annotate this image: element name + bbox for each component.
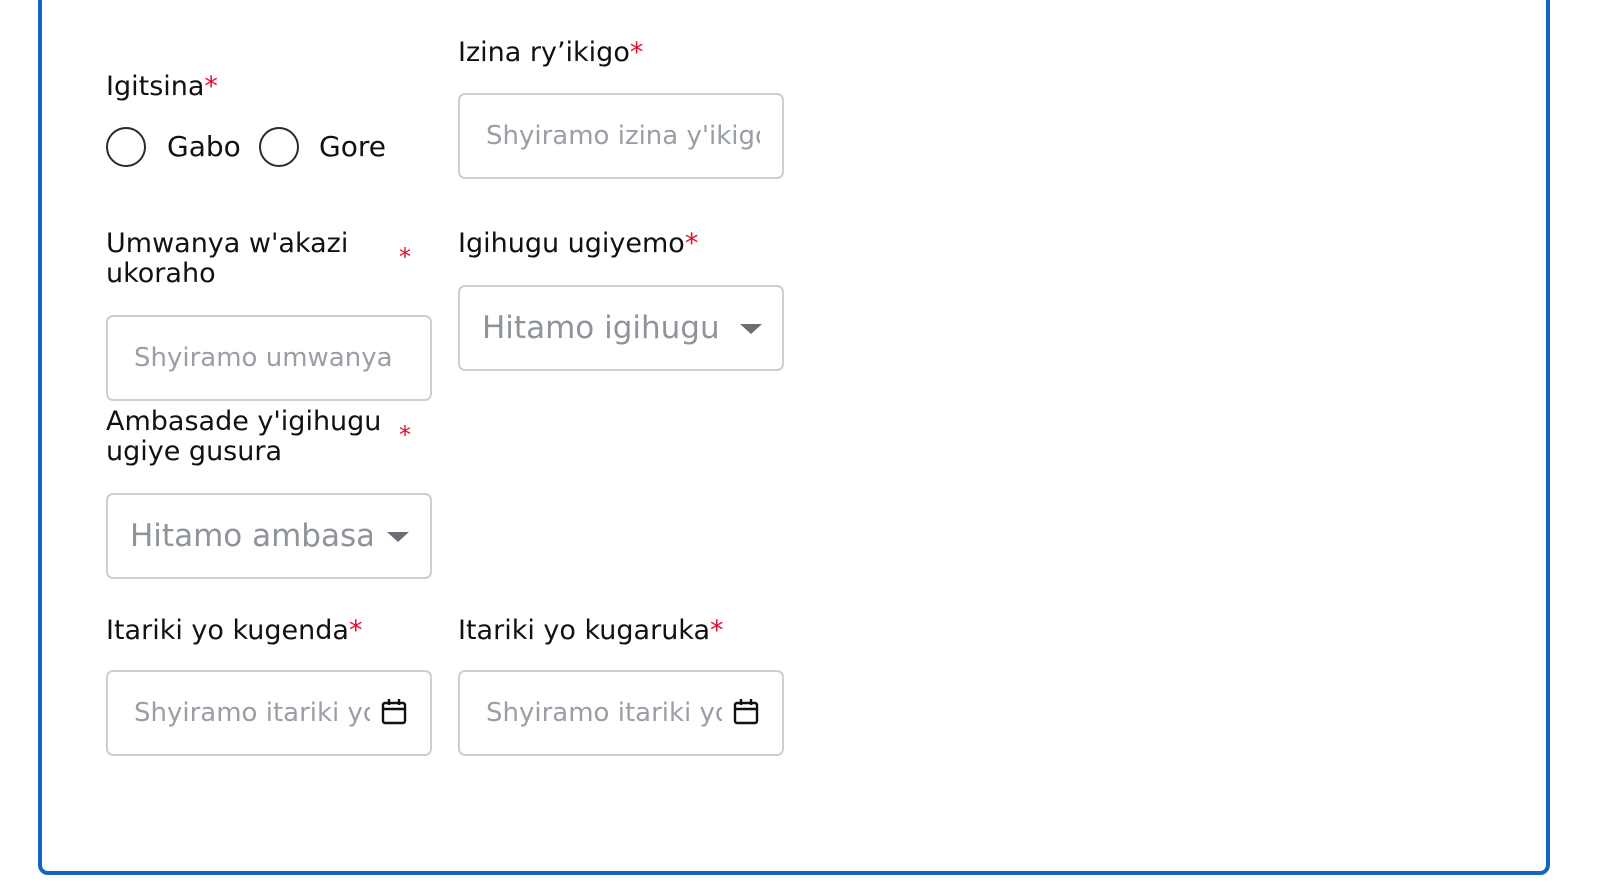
departure-date-input[interactable] — [134, 672, 370, 754]
return-date-input[interactable] — [486, 672, 722, 754]
required-marker: * — [399, 243, 411, 271]
departure-date-label: Itariki yo kugenda* — [106, 615, 363, 646]
job-position-field[interactable] — [106, 315, 432, 401]
embassy-select[interactable]: Hitamo ambasade — [106, 493, 432, 579]
gender-option-gore-label[interactable]: Gore — [319, 132, 386, 162]
required-marker: * — [348, 615, 363, 646]
gender-label: Igitsina* — [106, 71, 218, 102]
chevron-down-icon — [740, 324, 762, 334]
destination-country-select[interactable]: Hitamo igihugu — [458, 285, 784, 371]
required-marker: * — [204, 71, 218, 102]
return-date-label: Itariki yo kugaruka* — [458, 615, 724, 646]
required-marker: * — [710, 615, 724, 646]
required-marker: * — [684, 228, 699, 259]
embassy-label: Ambasade y'igihugu ugiye gusura — [106, 406, 382, 467]
calendar-icon[interactable] — [733, 698, 759, 726]
company-name-input[interactable] — [486, 95, 760, 177]
embassy-placeholder: Hitamo ambasade — [130, 518, 372, 554]
company-name-label: Izina ry’ikigo* — [458, 37, 644, 68]
required-marker: * — [399, 421, 411, 449]
return-date-field[interactable] — [458, 670, 784, 756]
chevron-down-icon — [387, 532, 409, 542]
job-position-label: Umwanya w'akazi ukoraho — [106, 228, 349, 289]
gender-radio-gabo[interactable] — [106, 127, 146, 167]
departure-date-field[interactable] — [106, 670, 432, 756]
calendar-icon[interactable] — [381, 698, 407, 726]
gender-option-gabo-label[interactable]: Gabo — [167, 132, 241, 162]
destination-country-placeholder: Hitamo igihugu — [482, 310, 720, 346]
job-position-input[interactable] — [134, 317, 414, 399]
company-name-field[interactable] — [458, 93, 784, 179]
required-marker: * — [629, 37, 644, 68]
gender-radio-gore[interactable] — [259, 127, 299, 167]
destination-country-label: Igihugu ugiyemo* — [458, 228, 699, 259]
